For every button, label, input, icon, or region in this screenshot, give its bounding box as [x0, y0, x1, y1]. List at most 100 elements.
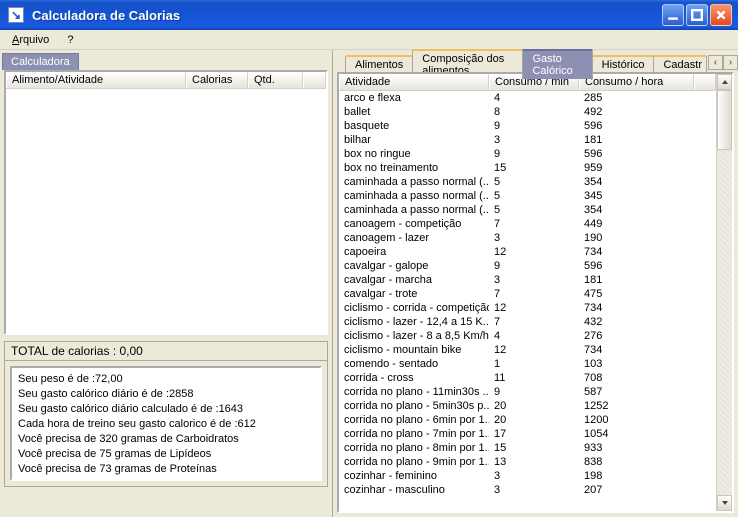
minimize-button[interactable] — [662, 4, 684, 26]
menu-arquivo[interactable]: Arquivo — [8, 33, 53, 47]
cell-atividade: comendo - sentado — [339, 357, 489, 371]
scroll-down-button[interactable] — [717, 495, 732, 511]
col-atividade[interactable]: Atividade — [339, 74, 489, 90]
tab-cadastro[interactable]: Cadastr — [653, 55, 707, 73]
table-row[interactable]: ciclismo - mountain bike12734 — [339, 343, 716, 357]
tab-calculadora[interactable]: Calculadora — [2, 53, 79, 70]
cell-consumo-min: 7 — [489, 217, 579, 231]
cell-consumo-min: 4 — [489, 91, 579, 105]
tab-historico[interactable]: Histórico — [592, 55, 655, 73]
cell-consumo-hora: 492 — [579, 105, 694, 119]
cell-consumo-min: 3 — [489, 483, 579, 497]
info-line: Você precisa de 75 gramas de Lipídeos — [18, 447, 314, 462]
tab-scroll-right[interactable]: › — [723, 55, 738, 70]
cell-consumo-min: 15 — [489, 161, 579, 175]
table-row[interactable]: caminhada a passo normal (...5345 — [339, 189, 716, 203]
table-row[interactable]: box no ringue9596 — [339, 147, 716, 161]
table-row[interactable]: capoeira12734 — [339, 245, 716, 259]
right-listview[interactable]: Atividade Consumo / min Consumo / hora a… — [337, 72, 734, 513]
tab-gasto[interactable]: Gasto Calórico — [522, 49, 592, 79]
cell-atividade: cozinhar - feminino — [339, 469, 489, 483]
cell-atividade: ciclismo - corrida - competição — [339, 301, 489, 315]
col-alimento[interactable]: Alimento/Atividade — [6, 72, 186, 88]
cell-atividade: caminhada a passo normal (... — [339, 189, 489, 203]
table-row[interactable]: corrida no plano - 8min por 1...15933 — [339, 441, 716, 455]
cell-atividade: basquete — [339, 119, 489, 133]
vertical-scrollbar[interactable] — [716, 74, 732, 511]
cell-consumo-min: 9 — [489, 147, 579, 161]
app-icon: ↘ — [8, 7, 24, 23]
left-list-body — [6, 89, 326, 333]
col-calorias[interactable]: Calorias — [186, 72, 248, 88]
table-row[interactable]: ciclismo - corrida - competição12734 — [339, 301, 716, 315]
col-qtd[interactable]: Qtd. — [248, 72, 303, 88]
cell-consumo-min: 4 — [489, 329, 579, 343]
cell-atividade: cavalgar - galope — [339, 259, 489, 273]
table-row[interactable]: ciclismo - lazer - 8 a 8,5 Km/h4276 — [339, 329, 716, 343]
cell-consumo-hora: 207 — [579, 483, 694, 497]
table-row[interactable]: cavalgar - trote7475 — [339, 287, 716, 301]
cell-consumo-hora: 734 — [579, 245, 694, 259]
info-line: Seu gasto calórico diário é de :2858 — [18, 387, 314, 402]
cell-consumo-min: 3 — [489, 231, 579, 245]
cell-consumo-min: 8 — [489, 105, 579, 119]
table-row[interactable]: cozinhar - feminino3198 — [339, 469, 716, 483]
cell-consumo-min: 5 — [489, 203, 579, 217]
table-row[interactable]: canoagem - lazer3190 — [339, 231, 716, 245]
left-listview[interactable]: Alimento/Atividade Calorias Qtd. — [4, 70, 328, 335]
titlebar: ↘ Calculadora de Calorias — [0, 0, 738, 30]
window-title: Calculadora de Calorias — [32, 8, 662, 23]
table-row[interactable]: corrida no plano - 5min30s p...201252 — [339, 399, 716, 413]
table-row[interactable]: basquete9596 — [339, 119, 716, 133]
left-list-header: Alimento/Atividade Calorias Qtd. — [6, 72, 326, 89]
menu-help[interactable]: ? — [63, 33, 77, 47]
table-row[interactable]: cavalgar - galope9596 — [339, 259, 716, 273]
cell-consumo-hora: 198 — [579, 469, 694, 483]
cell-consumo-min: 7 — [489, 315, 579, 329]
col-consumo-hora[interactable]: Consumo / hora — [579, 74, 694, 90]
scroll-up-button[interactable] — [717, 74, 732, 90]
table-row[interactable]: corrida no plano - 11min30s ...9587 — [339, 385, 716, 399]
cell-consumo-min: 11 — [489, 371, 579, 385]
table-row[interactable]: caminhada a passo normal (...5354 — [339, 203, 716, 217]
table-row[interactable]: arco e flexa4285 — [339, 91, 716, 105]
table-row[interactable]: corrida no plano - 6min por 1...201200 — [339, 413, 716, 427]
cell-consumo-hora: 285 — [579, 91, 694, 105]
table-row[interactable]: corrida - cross11708 — [339, 371, 716, 385]
cell-consumo-min: 12 — [489, 343, 579, 357]
tab-spin: ‹ › — [708, 55, 738, 70]
cell-consumo-hora: 475 — [579, 287, 694, 301]
table-row[interactable]: canoagem - competição7449 — [339, 217, 716, 231]
table-row[interactable] — [339, 497, 716, 511]
table-row[interactable]: box no treinamento15959 — [339, 161, 716, 175]
cell-consumo-min: 20 — [489, 399, 579, 413]
cell-atividade: arco e flexa — [339, 91, 489, 105]
info-line: Seu gasto calórico diário calculado é de… — [18, 402, 314, 417]
scroll-thumb[interactable] — [717, 90, 732, 150]
cell-consumo-hora: 190 — [579, 231, 694, 245]
table-row[interactable]: cavalgar - marcha3181 — [339, 273, 716, 287]
table-row[interactable]: corrida no plano - 9min por 1...13838 — [339, 455, 716, 469]
close-button[interactable] — [710, 4, 732, 26]
scroll-track[interactable] — [717, 90, 732, 495]
table-row[interactable]: comendo - sentado1103 — [339, 357, 716, 371]
table-row[interactable]: ciclismo - lazer - 12,4 a 15 K...7432 — [339, 315, 716, 329]
table-row[interactable]: cozinhar - masculino3207 — [339, 483, 716, 497]
maximize-button[interactable] — [686, 4, 708, 26]
cell-consumo-min: 12 — [489, 245, 579, 259]
cell-atividade: corrida no plano - 7min por 1... — [339, 427, 489, 441]
cell-atividade: caminhada a passo normal (... — [339, 203, 489, 217]
col-pad — [303, 72, 326, 88]
cell-atividade: ciclismo - lazer - 12,4 a 15 K... — [339, 315, 489, 329]
table-row[interactable]: ballet8492 — [339, 105, 716, 119]
cell-atividade: box no treinamento — [339, 161, 489, 175]
totals-header: TOTAL de calorias : 0,00 — [5, 342, 327, 361]
table-row[interactable]: bilhar3181 — [339, 133, 716, 147]
cell-consumo-hora: 1200 — [579, 413, 694, 427]
table-row[interactable]: corrida no plano - 7min por 1...171054 — [339, 427, 716, 441]
table-row[interactable]: caminhada a passo normal (...5354 — [339, 175, 716, 189]
tab-alimentos[interactable]: Alimentos — [345, 55, 413, 73]
cell-consumo-hora: 181 — [579, 133, 694, 147]
tab-scroll-left[interactable]: ‹ — [708, 55, 723, 70]
cell-consumo-min: 5 — [489, 175, 579, 189]
